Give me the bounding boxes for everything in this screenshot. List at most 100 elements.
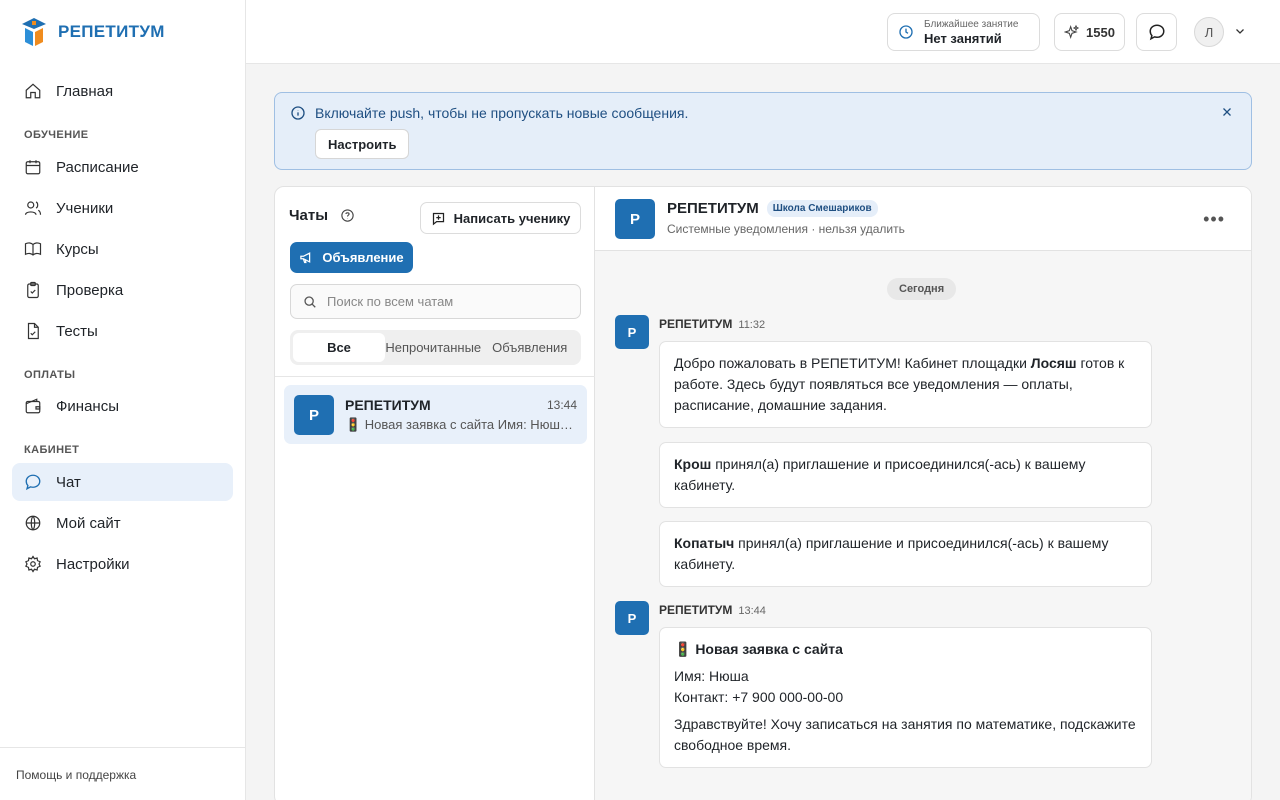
message-meta: РЕПЕТИТУМ 13:44	[659, 603, 766, 617]
chevron-down-icon[interactable]	[1234, 25, 1246, 37]
nav-settings[interactable]: Настройки	[12, 545, 233, 583]
topbar: Ближайшее занятие Нет занятий 1550 Л	[246, 0, 1280, 64]
message-sender: РЕПЕТИТУМ	[659, 317, 733, 331]
nav-schedule[interactable]: Расписание	[12, 148, 233, 186]
close-icon[interactable]	[1221, 106, 1233, 118]
nav-section-learning: ОБУЧЕНИЕ	[24, 129, 89, 141]
nav-students-label: Ученики	[56, 199, 114, 217]
avatar: Р	[615, 315, 649, 349]
points-value: 1550	[1086, 24, 1115, 40]
nav-courses-label: Курсы	[56, 240, 99, 258]
logo-icon	[22, 18, 46, 46]
message-text: Контакт: +7 900 000-00-00	[674, 689, 844, 705]
message-icon	[1148, 24, 1165, 41]
chat-filter-tabs: Все Непрочитанные Объявления	[290, 330, 581, 365]
push-banner: Включайте push, чтобы не пропускать новы…	[274, 92, 1252, 170]
chat-item-name: РЕПЕТИТУМ	[345, 397, 431, 413]
nav-students[interactable]: Ученики	[12, 189, 233, 227]
configure-push-button[interactable]: Настроить	[315, 129, 410, 159]
nav-courses[interactable]: Курсы	[12, 230, 233, 268]
brand-logo[interactable]: РЕПЕТИТУМ	[20, 16, 165, 48]
chat-item-preview: 🚦 Новая заявка с сайта Имя: Нюша Контакт…	[345, 417, 577, 432]
message-sender: РЕПЕТИТУМ	[659, 603, 733, 617]
conversation: Р РЕПЕТИТУМ Школа Смешариков Системные у…	[595, 187, 1251, 800]
clock-icon	[899, 25, 913, 39]
conversation-title: РЕПЕТИТУМ Школа Смешариков	[667, 200, 878, 217]
home-icon	[25, 83, 41, 99]
info-icon	[291, 106, 305, 120]
nav-review[interactable]: Проверка	[12, 271, 233, 309]
messages-button[interactable]	[1136, 13, 1177, 51]
next-lesson-widget[interactable]: Ближайшее занятие Нет занятий	[887, 13, 1040, 51]
nav-settings-label: Настройки	[56, 555, 130, 573]
nav-section-cabinet: КАБИНЕТ	[24, 444, 80, 456]
announcement-label: Объявление	[322, 250, 404, 265]
message-time: 13:44	[738, 605, 766, 617]
message-text: Имя: Нюша	[674, 668, 749, 684]
avatar: Р	[294, 395, 334, 435]
next-lesson-value: Нет занятий	[924, 30, 1002, 46]
conversation-name: РЕПЕТИТУМ	[667, 200, 759, 217]
write-student-button[interactable]: Написать ученику	[420, 202, 581, 234]
nav-home-label: Главная	[56, 82, 114, 100]
nav-review-label: Проверка	[56, 281, 124, 299]
help-circle-icon[interactable]	[340, 208, 355, 223]
avatar: Р	[615, 199, 655, 239]
message-bold: Лосяш	[1030, 355, 1077, 371]
push-banner-text: Включайте push, чтобы не пропускать новы…	[315, 105, 689, 121]
sparkles-icon	[1064, 24, 1080, 40]
list-item[interactable]: Р РЕПЕТИТУМ 13:44 🚦 Новая заявка с сайта…	[284, 385, 587, 444]
file-check-icon	[27, 322, 39, 340]
message-bubble: Крош принял(а) приглашение и присоединил…	[659, 442, 1152, 508]
message-meta: РЕПЕТИТУМ 11:32	[659, 317, 765, 331]
nav-my-site-label: Мой сайт	[56, 514, 121, 532]
chat-panel: Чаты Написать ученику Объявление Все Неп…	[274, 186, 1252, 800]
globe-icon	[25, 515, 41, 531]
chats-heading: Чаты	[289, 207, 355, 224]
nav-tests-label: Тесты	[56, 322, 98, 340]
message-plus-icon	[432, 212, 444, 225]
search-icon	[304, 295, 316, 308]
tab-announcements[interactable]: Объявления	[482, 333, 579, 362]
conversation-header: Р РЕПЕТИТУМ Школа Смешариков Системные у…	[595, 187, 1251, 251]
avatar: Р	[615, 601, 649, 635]
chat-search[interactable]	[290, 284, 581, 319]
tab-unread[interactable]: Непрочитанные	[385, 333, 482, 362]
nav-section-payments: ОПЛАТЫ	[24, 369, 76, 381]
message-bold: Крош	[674, 456, 712, 472]
nav-finance[interactable]: Финансы	[12, 387, 233, 425]
chat-bubble-icon	[25, 474, 41, 491]
book-icon	[24, 242, 42, 256]
user-avatar[interactable]: Л	[1194, 17, 1224, 47]
nav-finance-label: Финансы	[56, 397, 119, 415]
chat-item-time: 13:44	[546, 398, 577, 412]
announcement-button[interactable]: Объявление	[290, 242, 413, 273]
message-text: Добро пожаловать в РЕПЕТИТУМ! Кабинет пл…	[674, 355, 1031, 371]
message-text: Здравствуйте! Хочу записаться на занятия…	[674, 716, 1136, 753]
points-button[interactable]: 1550	[1054, 13, 1125, 51]
tab-all[interactable]: Все	[293, 333, 385, 362]
chat-search-input[interactable]	[327, 294, 567, 309]
clipboard-check-icon	[27, 281, 39, 299]
nav-chat[interactable]: Чат	[12, 463, 233, 501]
more-menu-icon[interactable]: •••	[1203, 209, 1225, 230]
message-bubble: Добро пожаловать в РЕПЕТИТУМ! Кабинет пл…	[659, 341, 1152, 428]
nav-schedule-label: Расписание	[56, 158, 139, 176]
gear-icon	[25, 555, 41, 573]
chats-title: Чаты	[289, 207, 329, 224]
status-badge: Школа Смешариков	[766, 200, 878, 217]
nav-my-site[interactable]: Мой сайт	[12, 504, 233, 542]
nav-home[interactable]: Главная	[12, 72, 233, 110]
sidebar: РЕПЕТИТУМ Главная ОБУЧЕНИЕ Расписание Уч…	[0, 0, 246, 800]
calendar-icon	[25, 160, 41, 175]
day-separator: Сегодня	[887, 278, 957, 300]
megaphone-icon	[300, 252, 311, 264]
nav-chat-label: Чат	[56, 473, 81, 491]
help-support-link[interactable]: Помощь и поддержка	[0, 747, 245, 800]
message-time: 11:32	[738, 319, 766, 331]
nav-tests[interactable]: Тесты	[12, 312, 233, 350]
message-bubble: 🚦 Новая заявка с сайта Имя: Нюша Контакт:…	[659, 627, 1152, 768]
write-student-label: Написать ученику	[453, 210, 571, 226]
message-bold: Копатыч	[674, 535, 735, 551]
chat-list: Чаты Написать ученику Объявление Все Неп…	[275, 187, 595, 800]
